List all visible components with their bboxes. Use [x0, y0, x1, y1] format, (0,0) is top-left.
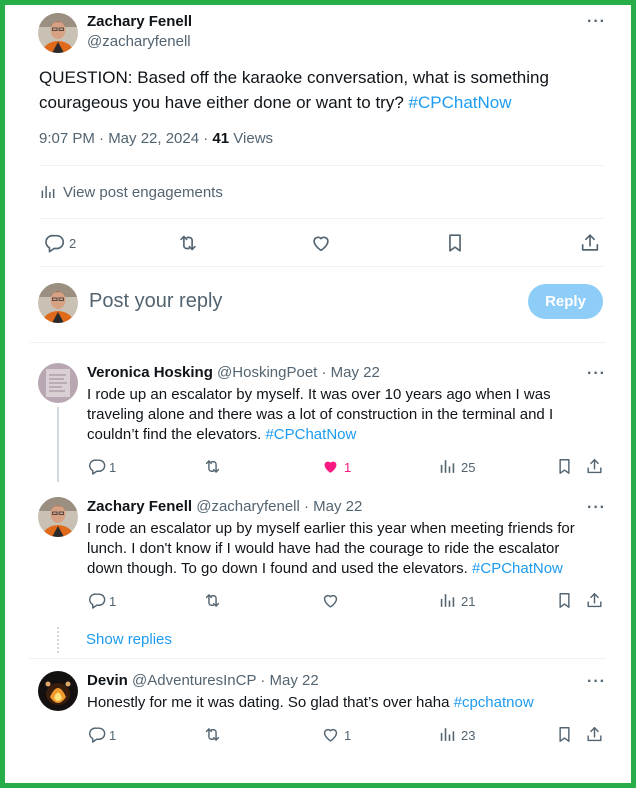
views-icon[interactable]	[438, 457, 457, 476]
divider	[39, 266, 604, 267]
share-icon[interactable]	[585, 457, 604, 476]
bookmark-icon[interactable]	[444, 232, 466, 254]
reply-meta[interactable]: @zacharyfenell · May 22	[196, 498, 362, 515]
avatar-image	[38, 363, 78, 403]
retweet-icon[interactable]	[203, 725, 222, 744]
reply-text: I rode up an escalator by myself. It was…	[87, 385, 597, 445]
reply-count: 2	[69, 236, 77, 251]
show-replies-link[interactable]: Show replies	[86, 631, 172, 648]
thread-line	[57, 627, 59, 653]
avatar-image	[38, 283, 78, 323]
reply-avatar[interactable]	[38, 497, 78, 537]
share-icon[interactable]	[585, 725, 604, 744]
more-icon[interactable]: ···	[587, 500, 606, 516]
reply-count: 1	[109, 594, 117, 609]
reply-header: Zachary Fenell @zacharyfenell · May 22	[87, 498, 362, 515]
engagements-label: View post engagements	[63, 183, 223, 201]
views-icon	[39, 183, 57, 201]
view-engagements-link[interactable]: View post engagements	[39, 183, 223, 201]
avatar-image	[38, 497, 78, 537]
bookmark-icon[interactable]	[555, 591, 574, 610]
like-icon[interactable]	[310, 232, 332, 254]
views-count: 21	[461, 594, 476, 609]
retweet-icon[interactable]	[203, 591, 222, 610]
thread-line	[57, 407, 59, 482]
reply-text: Honestly for me it was dating. So glad t…	[87, 693, 597, 713]
reply-text: I rode an escalator up by myself earlier…	[87, 519, 597, 579]
divider	[29, 342, 606, 343]
divider	[39, 165, 604, 166]
views-count: 23	[461, 728, 476, 743]
share-icon[interactable]	[579, 232, 601, 254]
composer-avatar[interactable]	[38, 283, 78, 323]
like-icon[interactable]	[321, 591, 340, 610]
reply-count: 1	[109, 460, 117, 475]
more-icon[interactable]: ···	[587, 674, 606, 690]
more-icon[interactable]: ···	[587, 366, 606, 382]
hashtag-link[interactable]: #CPChatNow	[472, 560, 563, 577]
bookmark-icon[interactable]	[555, 457, 574, 476]
reply-count: 1	[109, 728, 117, 743]
reply-icon[interactable]	[88, 591, 107, 610]
like-count: 1	[344, 728, 352, 743]
reply-button[interactable]: Reply	[528, 284, 603, 319]
reply-meta[interactable]: @AdventuresInCP · May 22	[132, 672, 319, 689]
main-post-author-handle[interactable]: @zacharyfenell	[87, 33, 191, 50]
like-icon[interactable]	[321, 457, 340, 476]
retweet-icon[interactable]	[203, 457, 222, 476]
reply-icon[interactable]	[88, 457, 107, 476]
post-thread-panel: Zachary Fenell @zacharyfenell ··· QUESTI…	[5, 5, 631, 783]
reply-header: Devin @AdventuresInCP · May 22	[87, 672, 319, 689]
views-count: 41	[212, 130, 230, 147]
share-icon[interactable]	[585, 591, 604, 610]
reply-input[interactable]: Post your reply	[89, 290, 222, 313]
more-icon[interactable]: ···	[587, 14, 606, 30]
reply-author-name[interactable]: Devin	[87, 672, 128, 689]
post-timestamp: 9:07 PM · May 22, 2024 · 41 Views	[39, 130, 273, 147]
views-count: 25	[461, 460, 476, 475]
bookmark-icon[interactable]	[555, 725, 574, 744]
reply-body: Honestly for me it was dating. So glad t…	[87, 694, 450, 711]
reply-author-name[interactable]: Zachary Fenell	[87, 498, 192, 515]
avatar-image	[38, 13, 78, 53]
retweet-icon[interactable]	[177, 232, 199, 254]
divider	[29, 658, 606, 659]
main-post-author-name[interactable]: Zachary Fenell	[87, 13, 192, 30]
reply-meta[interactable]: @HoskingPoet · May 22	[217, 364, 380, 381]
divider	[39, 218, 604, 219]
like-count: 1	[344, 460, 352, 475]
avatar-image	[38, 671, 78, 711]
views-icon[interactable]	[438, 591, 457, 610]
post-time[interactable]: 9:07 PM · May 22, 2024 ·	[39, 130, 208, 147]
hashtag-link[interactable]: #CPChatNow	[409, 93, 512, 112]
views-icon[interactable]	[438, 725, 457, 744]
hashtag-link[interactable]: #cpchatnow	[454, 694, 534, 711]
reply-header: Veronica Hosking @HoskingPoet · May 22	[87, 364, 380, 381]
reply-avatar[interactable]	[38, 363, 78, 403]
reply-icon[interactable]	[88, 725, 107, 744]
like-icon[interactable]	[321, 725, 340, 744]
reply-author-name[interactable]: Veronica Hosking	[87, 364, 213, 381]
reply-avatar[interactable]	[38, 671, 78, 711]
views-label: Views	[233, 130, 274, 147]
main-post-text: QUESTION: Based off the karaoke conversa…	[39, 65, 599, 115]
reply-icon[interactable]	[44, 232, 66, 254]
avatar[interactable]	[38, 13, 78, 53]
hashtag-link[interactable]: #CPChatNow	[265, 426, 356, 443]
